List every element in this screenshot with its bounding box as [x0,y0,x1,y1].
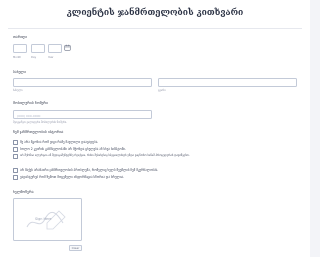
month-input[interactable] [13,44,27,53]
day-input[interactable] [31,44,45,53]
form-card: კლიენტის ჯანმრთელობის კითხვარი თარიღი Mo… [0,0,310,257]
calendar-icon[interactable] [64,44,71,51]
form-title: კლიენტის ჯანმრთელობის კითხვარი [66,8,244,18]
condition-checkbox-3[interactable] [13,154,18,159]
name-label: სახელი [13,70,27,74]
last-name-input[interactable] [158,78,297,87]
condition-text-4: არ მაქვს არანაირი ჯანმრთელობის პრობლემა,… [20,167,159,172]
date-label: თარიღი [13,35,28,39]
signature-pad[interactable]: Sign Here [13,198,82,241]
phone-input[interactable]: (000) 000-0000 [13,110,152,119]
phone-placeholder: (000) 000-0000 [17,113,41,118]
signature-placeholder: Sign Here [35,217,52,221]
condition-checkbox-5[interactable] [13,175,18,180]
condition-checkbox-1[interactable] [13,140,18,145]
phone-label: მობილურის ნომერი [13,101,48,105]
first-name-input[interactable] [13,78,152,87]
condition-text-2: ბოლო 2 კვირის განმავლობაში არ მქონდა ცხე… [20,146,126,151]
title-divider [8,28,302,29]
condition-text-1: მე არა მგონია რომ ვიცი რამე ჩავლილი დაავ… [20,139,99,144]
condition-text-5: ვადასტურებ რომ ზემოთ მოცემული ინფორმაცია… [20,174,125,179]
year-input[interactable] [48,44,62,53]
first-name-sublabel: სახელი [13,89,23,92]
condition-checkbox-2[interactable] [13,147,18,152]
condition-checkbox-4[interactable] [13,168,18,173]
condition-text-3: არ მქონია ალერგია ან მედიკამენტებზე რეაქ… [20,153,190,157]
year-sublabel: Year [48,55,54,59]
conditions-label: ჩემ ჯანმრთელობის ისტორია [13,130,64,134]
month-sublabel: Month [13,55,22,59]
last-name-sublabel: გვარი [158,89,166,92]
phone-hint: შეიყვანეთ ვალიდური მობილურის ნომერი. [13,121,68,124]
signature-label: ხელმოწერა [13,190,34,194]
day-sublabel: Day [31,55,37,59]
clear-signature-button[interactable]: Clear [69,245,82,251]
